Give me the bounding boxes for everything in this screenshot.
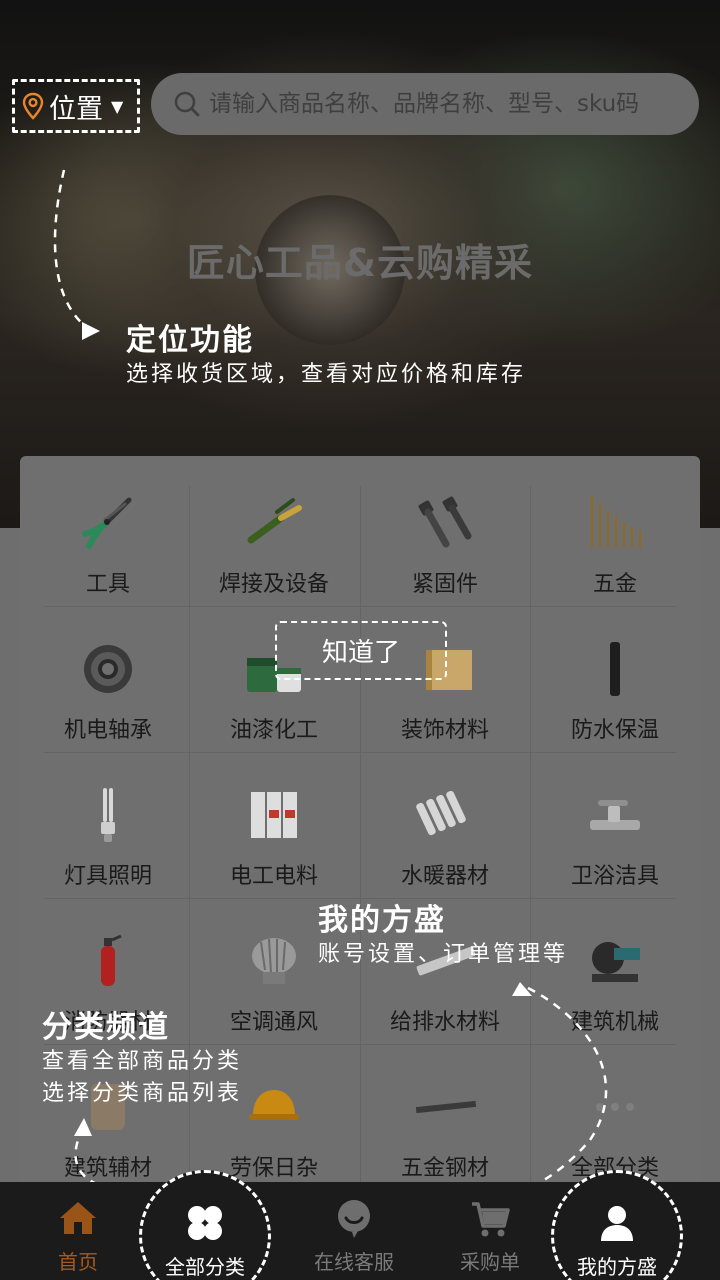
bolt-icon [418,496,472,548]
category-label: 机电轴承 [63,718,152,743]
cart-icon [472,1202,510,1237]
tab-home[interactable]: 首页 [13,1182,143,1280]
bearing-icon [84,645,132,693]
fire-extinguisher-icon [101,934,122,986]
clover-grid-icon [188,1206,222,1240]
category-label: 五金钢材 [400,1156,489,1181]
category-hardware[interactable]: 五金 [530,462,700,608]
more-dots-icon [596,1103,634,1111]
category-construction-machinery[interactable]: 建筑机械 [530,900,700,1046]
search-bar[interactable] [151,73,699,135]
cutting-machine-icon [592,942,640,982]
category-label: 装饰材料 [400,718,489,743]
category-tools[interactable]: 工具 [23,462,193,608]
category-welding[interactable]: 焊接及设备 [189,462,359,608]
waterproof-roll-icon [610,642,620,696]
category-label: 给排水材料 [389,1010,500,1035]
category-sanitary[interactable]: 卫浴洁具 [530,754,700,900]
category-label: 五金 [592,572,637,597]
guide-category-desc-1: 查看全部商品分类 [42,1049,243,1074]
category-label: 空调通风 [229,1010,318,1035]
guide-location-title: 定位功能 [126,323,254,358]
tab-label: 我的方盛 [577,1255,657,1279]
category-bearings[interactable]: 机电轴承 [23,608,193,754]
search-input[interactable] [209,91,699,117]
location-label: 位置 [49,93,103,125]
caret-down-icon: ▼ [111,96,124,116]
guide-account-desc: 账号设置、订单管理等 [318,942,569,967]
tab-label: 全部分类 [165,1255,245,1279]
chat-bubble-icon [338,1200,370,1238]
banner-title: 匠心工品&云购精采 [186,241,534,285]
safety-helmet-icon [249,1090,299,1120]
category-label: 焊接及设备 [218,572,329,597]
pliers-icon [82,497,132,549]
guide-category-title: 分类频道 [42,1010,170,1045]
faucet-icon [590,800,640,830]
category-label: 水暖器材 [400,864,489,889]
category-electrical[interactable]: 电工电料 [189,754,359,900]
radiator-icon [416,790,466,836]
guide-category-desc-2: 选择分类商品列表 [42,1081,243,1106]
welding-clamp-icon [247,498,302,544]
category-label: 电工电料 [229,864,318,889]
category-steel[interactable]: 五金钢材 [360,1046,530,1192]
location-pin-icon [22,92,44,120]
category-label: 油漆化工 [229,718,318,743]
circuit-breaker-icon [251,792,297,838]
user-icon [601,1206,633,1241]
guide-location-desc: 选择收货区域，查看对应价格和库存 [126,362,527,387]
bulb-icon [101,788,115,842]
got-it-button[interactable]: 知道了 [275,621,447,680]
category-lighting[interactable]: 灯具照明 [23,754,193,900]
tab-label: 首页 [58,1250,98,1274]
guide-account-title: 我的方盛 [318,903,446,938]
category-label: 卫浴洁具 [570,864,659,889]
home-icon [60,1202,96,1234]
category-label: 工具 [85,572,130,597]
category-fasteners[interactable]: 紧固件 [360,462,530,608]
category-label: 建筑辅材 [63,1156,152,1181]
category-label: 劳保日杂 [229,1156,318,1181]
tab-label: 在线客服 [314,1250,394,1274]
category-waterproof[interactable]: 防水保温 [530,608,700,754]
search-icon [174,91,200,117]
ventilator-icon [252,938,296,984]
tab-cart[interactable]: 采购单 [425,1182,555,1280]
nails-icon [590,496,642,548]
category-label: 灯具照明 [63,864,152,889]
category-plumbing-heating[interactable]: 水暖器材 [360,754,530,900]
tab-online-service[interactable]: 在线客服 [289,1182,419,1280]
category-label: 建筑机械 [570,1010,659,1035]
tab-label: 采购单 [460,1250,520,1274]
steel-bar-icon [415,1100,477,1114]
category-label: 紧固件 [411,572,478,597]
category-label: 防水保温 [570,718,659,743]
location-selector[interactable]: 位置 ▼ [12,79,140,133]
